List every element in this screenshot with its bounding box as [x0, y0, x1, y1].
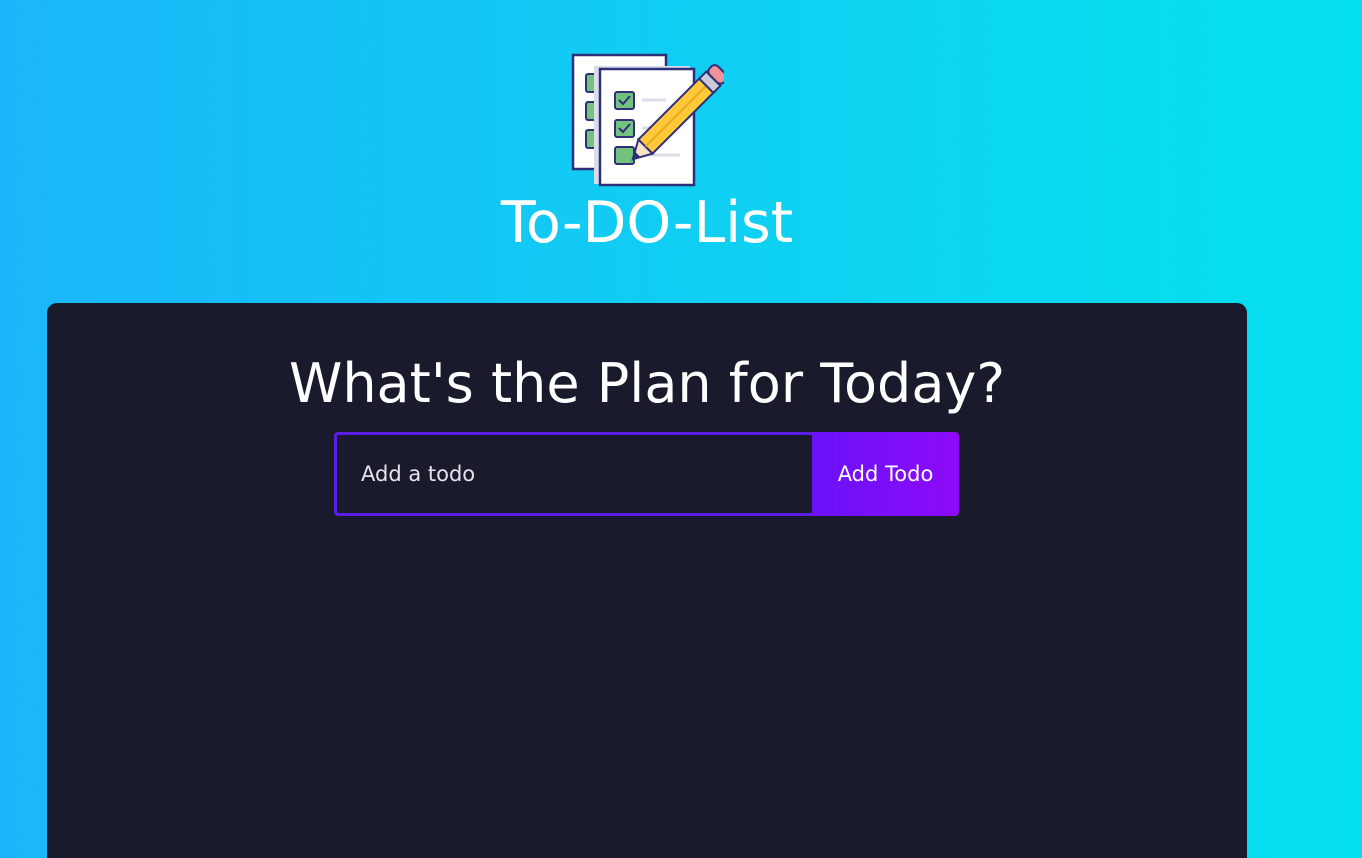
checklist-with-pencil-icon	[571, 53, 724, 187]
add-todo-button[interactable]: Add Todo	[812, 432, 959, 516]
card-heading: What's the Plan for Today?	[288, 352, 1006, 415]
todo-form: Add Todo	[334, 432, 959, 516]
app-header: To-DO-List	[0, 0, 1294, 300]
todo-input[interactable]	[334, 432, 812, 516]
app-title: To-DO-List	[500, 190, 794, 256]
todo-card: What's the Plan for Today? Add Todo	[47, 303, 1247, 858]
